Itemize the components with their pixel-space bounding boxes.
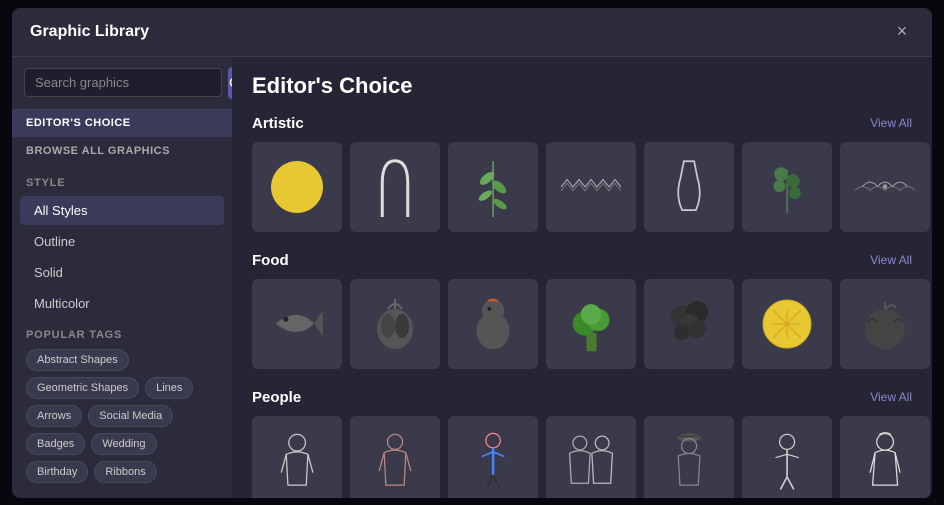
people-title: People <box>252 389 301 406</box>
modal-overlay: Graphic Library × E <box>0 0 944 505</box>
artistic-title: Artistic <box>252 115 304 132</box>
graphic-item[interactable] <box>252 416 342 498</box>
people-view-all[interactable]: View All <box>870 390 912 404</box>
modal-title: Graphic Library <box>30 23 149 41</box>
graphic-item[interactable] <box>840 279 930 369</box>
style-all-styles[interactable]: All Styles <box>20 196 224 225</box>
graphic-item[interactable] <box>742 416 832 498</box>
modal-body: EDITOR'S CHOICE BROWSE ALL GRAPHICS STYL… <box>12 57 932 498</box>
close-button[interactable]: × <box>890 20 914 44</box>
food-title: Food <box>252 252 289 269</box>
graphic-library-modal: Graphic Library × E <box>12 8 932 498</box>
graphic-item[interactable] <box>644 416 734 498</box>
search-area <box>12 57 232 109</box>
tag-social-media[interactable]: Social Media <box>88 405 173 427</box>
tags-section: POPULAR TAGS Abstract Shapes Geometric S… <box>12 319 232 489</box>
graphic-item[interactable] <box>644 142 734 232</box>
graphic-item[interactable] <box>252 279 342 369</box>
artistic-grid <box>252 142 912 232</box>
sidebar: EDITOR'S CHOICE BROWSE ALL GRAPHICS STYL… <box>12 57 232 498</box>
tag-ribbons[interactable]: Ribbons <box>94 461 156 483</box>
tag-badges[interactable]: Badges <box>26 433 85 455</box>
people-grid <box>252 416 912 498</box>
main-content: Editor's Choice Artistic View All <box>232 57 932 498</box>
food-grid <box>252 279 912 369</box>
tag-abstract-shapes[interactable]: Abstract Shapes <box>26 349 129 371</box>
graphic-item[interactable] <box>840 142 930 232</box>
style-section-label: STYLE <box>12 165 232 195</box>
graphic-item[interactable] <box>350 416 440 498</box>
graphic-item[interactable] <box>252 142 342 232</box>
popular-tags-label: POPULAR TAGS <box>26 329 218 341</box>
category-people-header: People View All <box>252 389 912 406</box>
sidebar-nav-editors-choice[interactable]: EDITOR'S CHOICE <box>12 109 232 137</box>
category-people: People View All <box>252 389 912 498</box>
food-view-all[interactable]: View All <box>870 253 912 267</box>
graphic-item[interactable] <box>742 279 832 369</box>
graphic-item[interactable] <box>448 279 538 369</box>
tag-arrows[interactable]: Arrows <box>26 405 82 427</box>
graphic-item[interactable] <box>546 279 636 369</box>
graphic-item[interactable] <box>448 142 538 232</box>
graphic-item[interactable] <box>546 142 636 232</box>
category-artistic-header: Artistic View All <box>252 115 912 132</box>
tags-container: Abstract Shapes Geometric Shapes Lines A… <box>26 349 218 483</box>
graphic-item[interactable] <box>546 416 636 498</box>
search-input[interactable] <box>24 68 222 97</box>
category-artistic: Artistic View All <box>252 115 912 232</box>
tag-geometric-shapes[interactable]: Geometric Shapes <box>26 377 139 399</box>
style-solid[interactable]: Solid <box>20 258 224 287</box>
tag-lines[interactable]: Lines <box>145 377 193 399</box>
modal-header: Graphic Library × <box>12 8 932 57</box>
graphic-item[interactable] <box>350 142 440 232</box>
sidebar-nav-browse-all[interactable]: BROWSE ALL GRAPHICS <box>12 137 232 165</box>
graphic-item[interactable] <box>840 416 930 498</box>
graphic-item[interactable] <box>448 416 538 498</box>
style-outline[interactable]: Outline <box>20 227 224 256</box>
graphic-item[interactable] <box>350 279 440 369</box>
graphic-item[interactable] <box>742 142 832 232</box>
tag-birthday[interactable]: Birthday <box>26 461 88 483</box>
style-multicolor[interactable]: Multicolor <box>20 289 224 318</box>
graphic-item[interactable] <box>644 279 734 369</box>
category-food: Food View All <box>252 252 912 369</box>
tag-wedding[interactable]: Wedding <box>91 433 156 455</box>
category-food-header: Food View All <box>252 252 912 269</box>
artistic-view-all[interactable]: View All <box>870 116 912 130</box>
page-title: Editor's Choice <box>252 73 912 99</box>
